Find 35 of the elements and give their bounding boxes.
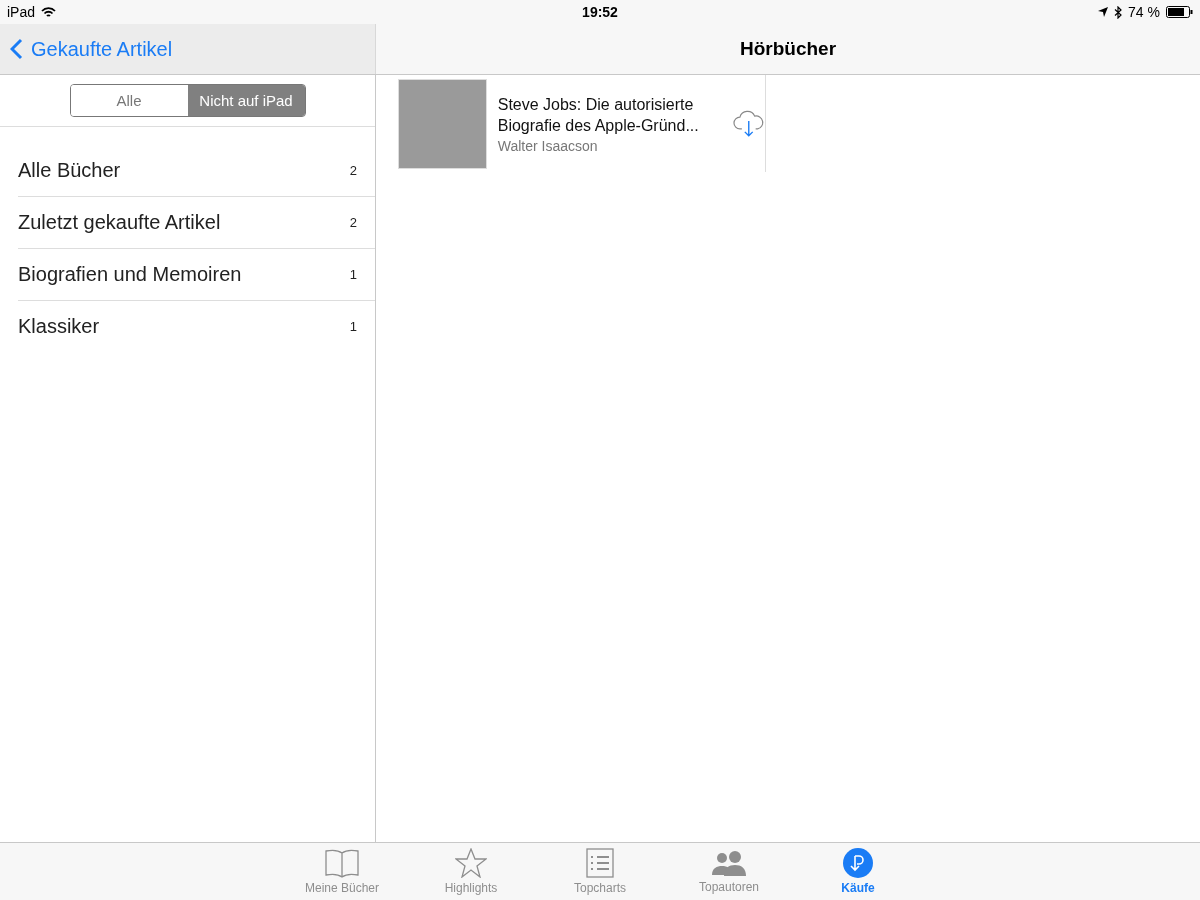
- tab-bar-item[interactable]: Highlights: [427, 843, 515, 900]
- item-count: 1: [349, 267, 357, 282]
- tab-bar-item[interactable]: Topautoren: [685, 843, 773, 900]
- clock-time: 19:52: [582, 4, 618, 20]
- category-label: Zuletzt gekaufte Artikel: [18, 211, 221, 234]
- category-label: Biografien und Memoiren: [18, 263, 242, 286]
- category-label: Alle Bücher: [18, 159, 121, 182]
- item-count: 1: [349, 319, 357, 334]
- star-icon: [455, 848, 487, 878]
- category-label: Klassiker: [18, 315, 100, 338]
- wifi-icon: [41, 6, 57, 18]
- chevron-left-icon: [10, 38, 23, 60]
- tab-bar-item[interactable]: Topcharts: [556, 843, 644, 900]
- battery-icon: [1166, 6, 1193, 18]
- book-title: Steve Jobs: Die autorisierte Biografie des Apple-Gründ...: [497, 94, 700, 136]
- purchases-icon: [843, 848, 873, 878]
- tab-bar-item[interactable]: Käufe: [814, 843, 902, 900]
- category-row[interactable]: Zuletzt gekaufte Artikel 2: [18, 197, 375, 249]
- tab-bar-item[interactable]: Meine Bücher: [298, 843, 386, 900]
- device-name: iPad: [7, 4, 36, 20]
- item-count: 2: [349, 163, 357, 178]
- item-count: 2: [349, 215, 357, 230]
- page-title: Hörbücher: [739, 38, 837, 60]
- category-row[interactable]: Alle Bücher 2: [18, 145, 375, 197]
- category-row[interactable]: Klassiker 1: [18, 301, 375, 352]
- battery-percent: 74 %: [1128, 4, 1160, 20]
- location-arrow-icon: [1098, 7, 1109, 17]
- book-author: Walter Isaacson: [497, 137, 599, 154]
- list-icon: [586, 848, 614, 878]
- bluetooth-icon: [1114, 5, 1123, 19]
- people-icon: [710, 849, 748, 877]
- cloud-download-icon[interactable]: [733, 109, 765, 138]
- segment-tab[interactable]: Nicht auf iPad: [187, 85, 305, 116]
- category-row[interactable]: Biografien und Memoiren 1: [18, 249, 375, 301]
- open-book-icon: [324, 848, 360, 878]
